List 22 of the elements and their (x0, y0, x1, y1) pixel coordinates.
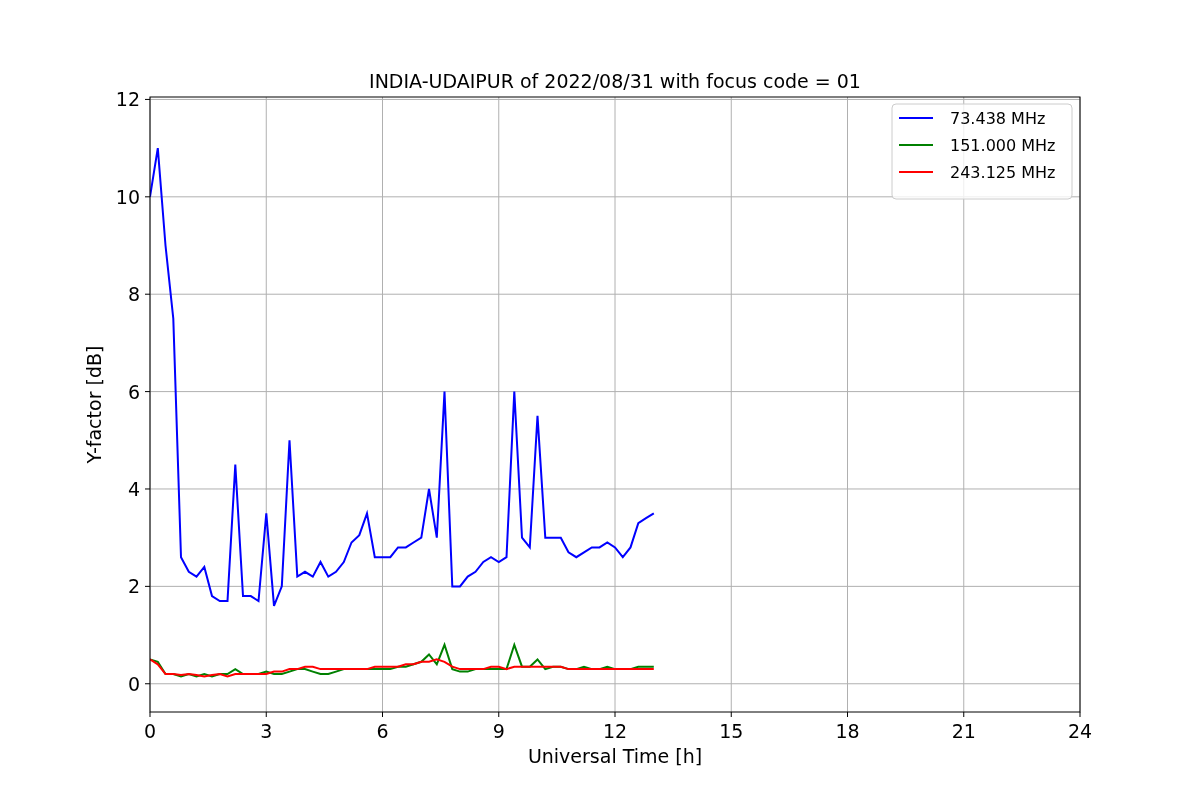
y-axis-label: Y-factor [dB] (83, 345, 105, 464)
tick-label: 9 (492, 720, 505, 742)
tick-label: 12 (602, 720, 628, 742)
tick-label: 15 (719, 720, 744, 742)
tick-label: 0 (143, 720, 157, 742)
x-axis-label: Universal Time [h] (527, 745, 703, 767)
tick-label: 0 (127, 672, 140, 695)
tick-label: 18 (835, 720, 860, 742)
tick-label: 24 (1067, 720, 1093, 742)
legend-entry: 151.000 MHz (950, 136, 1056, 155)
tick-label: 6 (127, 380, 140, 403)
tick-label: 6 (376, 720, 389, 742)
chart-title: INDIA-UDAIPUR of 2022/08/31 with focus code = 01 (369, 70, 861, 92)
tick-label: 8 (127, 283, 140, 306)
tick-label: 2 (127, 575, 140, 598)
tick-label: 12 (115, 88, 140, 111)
legend-entry: 73.438 MHz (950, 109, 1046, 128)
tick-label: 4 (127, 478, 140, 500)
tick-label: 10 (115, 185, 140, 208)
tick-label: 3 (260, 720, 273, 742)
tick-label: 21 (951, 720, 976, 742)
legend-entry: 243.125 MHz (950, 163, 1056, 182)
